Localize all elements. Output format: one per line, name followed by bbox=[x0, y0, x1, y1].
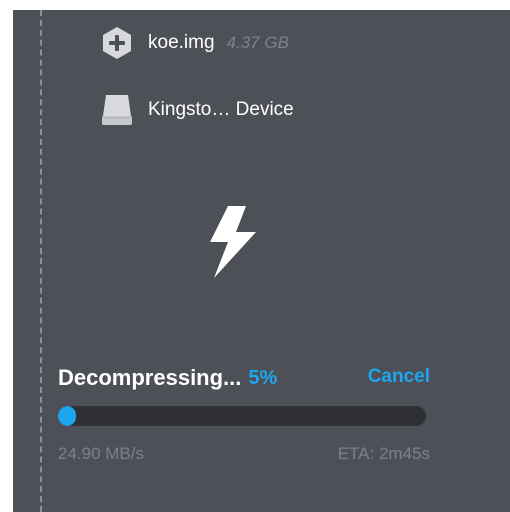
progress-bar-fill bbox=[58, 406, 76, 426]
target-drive-name: Kingsto… Device bbox=[148, 99, 294, 120]
image-file-name: koe.img bbox=[148, 32, 215, 53]
flash-progress-panel: koe.img 4.37 GB Kingsto… Device Decompre… bbox=[13, 10, 510, 512]
transfer-speed: 24.90 MB/s bbox=[58, 444, 144, 463]
image-file-size: 4.37 GB bbox=[226, 33, 289, 52]
step-connector-line bbox=[40, 10, 42, 512]
plus-hexagon-icon bbox=[100, 26, 134, 60]
drive-icon bbox=[100, 92, 134, 128]
flash-status-line: Decompressing... 5% Cancel bbox=[58, 362, 430, 394]
lightning-bolt-icon bbox=[210, 206, 256, 278]
eta-label: ETA: 2m45s bbox=[337, 444, 430, 463]
status-label: Decompressing... bbox=[58, 365, 242, 390]
progress-percent: 5% bbox=[248, 366, 278, 389]
cancel-button[interactable]: Cancel bbox=[368, 366, 430, 388]
target-drive-row: Kingsto… Device bbox=[100, 92, 294, 128]
progress-bar bbox=[58, 406, 426, 426]
image-source-row: koe.img 4.37 GB bbox=[100, 26, 289, 60]
